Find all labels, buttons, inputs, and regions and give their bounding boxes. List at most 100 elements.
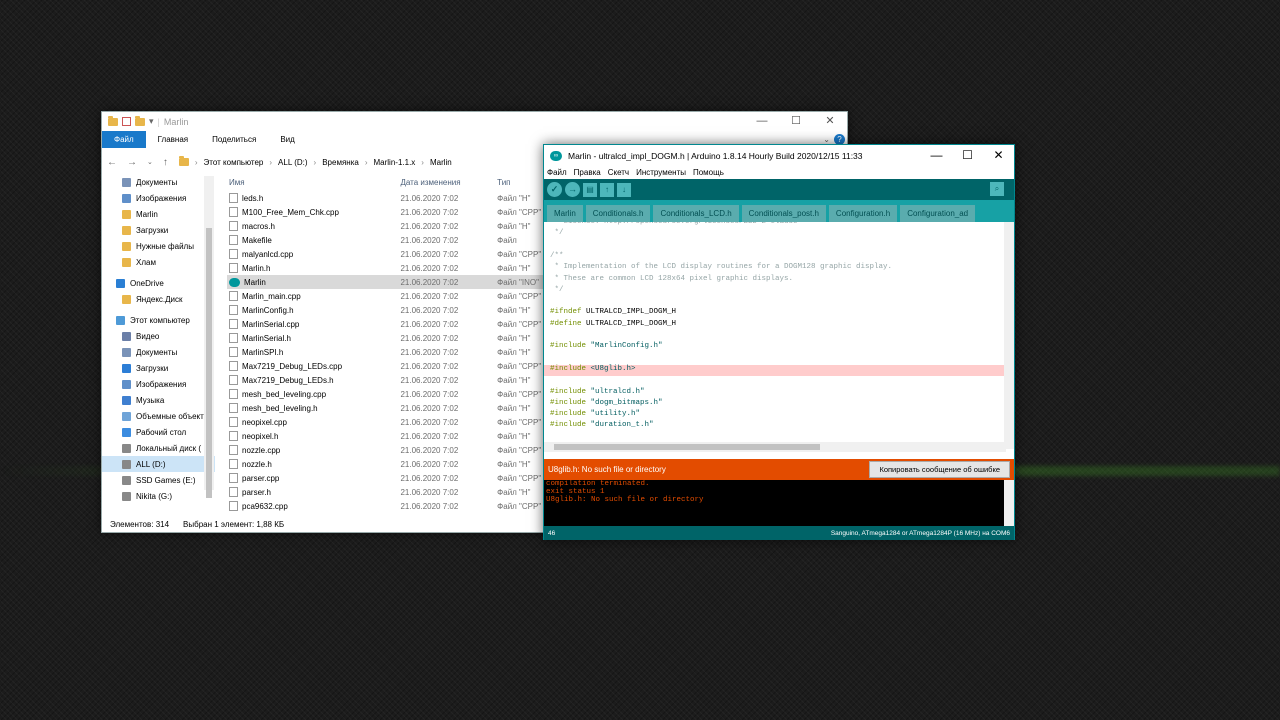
file-row[interactable]: MarlinSerial.h 21.06.2020 7:02 Файл "H"	[227, 331, 547, 345]
file-type: Файл "CPP"	[497, 207, 542, 217]
selection-info: Выбран 1 элемент: 1,88 КБ	[183, 520, 285, 529]
file-row[interactable]: MarlinConfig.h 21.06.2020 7:02 Файл "H"	[227, 303, 547, 317]
sidebar-item[interactable]: Видео	[102, 328, 215, 344]
verify-check-icon[interactable]: ✓	[547, 182, 562, 197]
tab-conditionals-post[interactable]: Conditionals_post.h	[741, 205, 826, 222]
sidebar-item[interactable]: Яндекс.Диск	[102, 291, 215, 307]
upload-arrow-icon[interactable]: →	[565, 182, 580, 197]
sidebar-item[interactable]: Объемные объект	[102, 408, 215, 424]
editor-horizontal-scrollbar[interactable]	[544, 442, 1006, 452]
file-row[interactable]: Marlin.h 21.06.2020 7:02 Файл "H"	[227, 261, 547, 275]
documents-icon	[122, 177, 131, 187]
file-date: 21.06.2020 7:02	[400, 445, 459, 455]
tab-configuration[interactable]: Configuration.h	[828, 205, 898, 222]
new-folder-icon[interactable]	[135, 115, 145, 126]
tab-conditionals[interactable]: Conditionals.h	[585, 205, 651, 222]
sidebar-item[interactable]: Нужные файлы	[102, 238, 215, 254]
up-arrow-icon[interactable]: ↑	[158, 157, 173, 168]
ribbon-tab-view[interactable]: Вид	[268, 131, 306, 148]
breadcrumb[interactable]: › Этот компьютер › ALL (D:) › Времянка › Ma…	[178, 156, 452, 167]
breadcrumb-item[interactable]: Этот компьютер	[204, 158, 264, 167]
maximize-button[interactable]: ☐	[779, 112, 813, 131]
back-arrow-icon[interactable]: ←	[102, 157, 122, 168]
file-row[interactable]: Makefile 21.06.2020 7:02 Файл	[227, 233, 547, 247]
file-row[interactable]: Marlin_main.cpp 21.06.2020 7:02 Файл "CPP"	[227, 289, 547, 303]
sidebar-item[interactable]: Marlin	[102, 206, 215, 222]
file-row[interactable]: Max7219_Debug_LEDs.cpp 21.06.2020 7:02 Фай…	[227, 359, 547, 373]
file-row[interactable]: M100_Free_Mem_Chk.cpp 21.06.2020 7:02 Файл…	[227, 205, 547, 219]
sidebar-item[interactable]: Загрузки	[102, 360, 215, 376]
sidebar-item[interactable]: Этот компьютер	[102, 312, 215, 328]
ribbon-tab-file[interactable]: Файл	[102, 131, 146, 148]
editor-scrollbar[interactable]	[1004, 222, 1014, 449]
file-row[interactable]: macros.h 21.06.2020 7:02 Файл "H"	[227, 219, 547, 233]
serial-monitor-icon[interactable]: ⌕	[990, 182, 1004, 196]
sidebar-item[interactable]: Хлам	[102, 254, 215, 270]
file-row[interactable]: leds.h 21.06.2020 7:02 Файл "H"	[227, 191, 547, 205]
file-row[interactable]: Marlin 21.06.2020 7:02 Файл "INO"	[227, 275, 547, 289]
tab-conditionals-lcd[interactable]: Conditionals_LCD.h	[653, 205, 739, 222]
sidebar-item[interactable]: ALL (D:)	[102, 456, 215, 472]
column-name[interactable]: Имя	[227, 178, 400, 187]
file-row[interactable]: malyanlcd.cpp 21.06.2020 7:02 Файл "CPP"	[227, 247, 547, 261]
sidebar-item[interactable]: Изображения	[102, 376, 215, 392]
sidebar-item[interactable]: Локальный диск (	[102, 440, 215, 456]
computer-icon	[116, 315, 125, 325]
breadcrumb-item[interactable]: Marlin-1.1.x	[374, 158, 416, 167]
menu-tools[interactable]: Инструменты	[636, 168, 686, 177]
sidebar-item[interactable]: Документы	[102, 344, 215, 360]
file-row[interactable]: mesh_bed_leveling.h 21.06.2020 7:02 Файл "…	[227, 401, 547, 415]
minimize-button[interactable]: —	[921, 145, 952, 166]
sidebar-item[interactable]: Рабочий стол	[102, 424, 215, 440]
save-sketch-icon[interactable]: ↓	[617, 182, 631, 197]
file-row[interactable]: pca9632.cpp 21.06.2020 7:02 Файл "CPP"	[227, 499, 547, 513]
file-row[interactable]: parser.cpp 21.06.2020 7:02 Файл "CPP"	[227, 471, 547, 485]
breadcrumb-item[interactable]: ALL (D:)	[278, 158, 308, 167]
file-row[interactable]: parser.h 21.06.2020 7:02 Файл "H"	[227, 485, 547, 499]
file-row[interactable]: nozzle.h 21.06.2020 7:02 Файл "H"	[227, 457, 547, 471]
menu-edit[interactable]: Правка	[574, 168, 601, 177]
ribbon-tab-share[interactable]: Поделиться	[200, 131, 268, 148]
sidebar-item[interactable]: OneDrive	[102, 275, 215, 291]
open-sketch-icon[interactable]: ↑	[600, 182, 614, 197]
sidebar-item[interactable]: Музыка	[102, 392, 215, 408]
maximize-button[interactable]: ☐	[952, 145, 983, 166]
file-row[interactable]: MarlinSPI.h 21.06.2020 7:02 Файл "H"	[227, 345, 547, 359]
file-row[interactable]: neopixel.cpp 21.06.2020 7:02 Файл "CPP"	[227, 415, 547, 429]
breadcrumb-item[interactable]: Marlin	[430, 158, 452, 167]
column-date[interactable]: Дата изменения	[400, 178, 497, 187]
properties-icon[interactable]	[122, 117, 131, 126]
file-row[interactable]: Max7219_Debug_LEDs.h 21.06.2020 7:02 Файл …	[227, 373, 547, 387]
sidebar-item[interactable]: Nikita (G:)	[102, 488, 215, 504]
code-line: #include "MarlinConfig.h"	[550, 342, 663, 351]
close-button[interactable]: ✕	[983, 145, 1014, 166]
forward-arrow-icon[interactable]: →	[122, 157, 142, 168]
tab-marlin[interactable]: Marlin	[547, 205, 583, 222]
minimize-button[interactable]: —	[745, 112, 779, 131]
column-type[interactable]: Тип	[497, 178, 547, 187]
file-row[interactable]: neopixel.h 21.06.2020 7:02 Файл "H"	[227, 429, 547, 443]
close-button[interactable]: ✕	[813, 112, 847, 131]
menu-file[interactable]: Файл	[547, 168, 567, 177]
file-name: nozzle.h	[242, 459, 272, 469]
file-row[interactable]: mesh_bed_leveling.cpp 21.06.2020 7:02 Файл…	[227, 387, 547, 401]
menu-help[interactable]: Помощь	[693, 168, 724, 177]
copy-error-button[interactable]: Копировать сообщение об ошибке	[869, 461, 1010, 478]
breadcrumb-item[interactable]: Времянка	[322, 158, 359, 167]
file-row[interactable]: MarlinSerial.cpp 21.06.2020 7:02 Файл "CPP…	[227, 317, 547, 331]
sidebar-item[interactable]: Загрузки	[102, 222, 215, 238]
chevron-down-icon[interactable]: ⌄	[142, 158, 158, 166]
tab-configuration-adv[interactable]: Configuration_ad	[900, 205, 976, 222]
ribbon-tab-home[interactable]: Главная	[146, 131, 200, 148]
pictures-icon	[122, 193, 131, 203]
new-sketch-icon[interactable]: ▤	[583, 182, 597, 197]
sidebar-item[interactable]: Изображения✦	[102, 190, 215, 206]
sidebar-item[interactable]: Документы✦	[102, 174, 215, 190]
file-row[interactable]: nozzle.cpp 21.06.2020 7:02 Файл "CPP"	[227, 443, 547, 457]
code-editor[interactable]: * License: http://opensource.org/license…	[544, 222, 1006, 449]
sidebar-scrollbar[interactable]	[204, 176, 214, 498]
console-scrollbar[interactable]	[1004, 480, 1014, 526]
chevron-down-icon[interactable]: ▾	[149, 116, 154, 127]
menu-sketch[interactable]: Скетч	[608, 168, 629, 177]
sidebar-item[interactable]: SSD Games (E:)	[102, 472, 215, 488]
